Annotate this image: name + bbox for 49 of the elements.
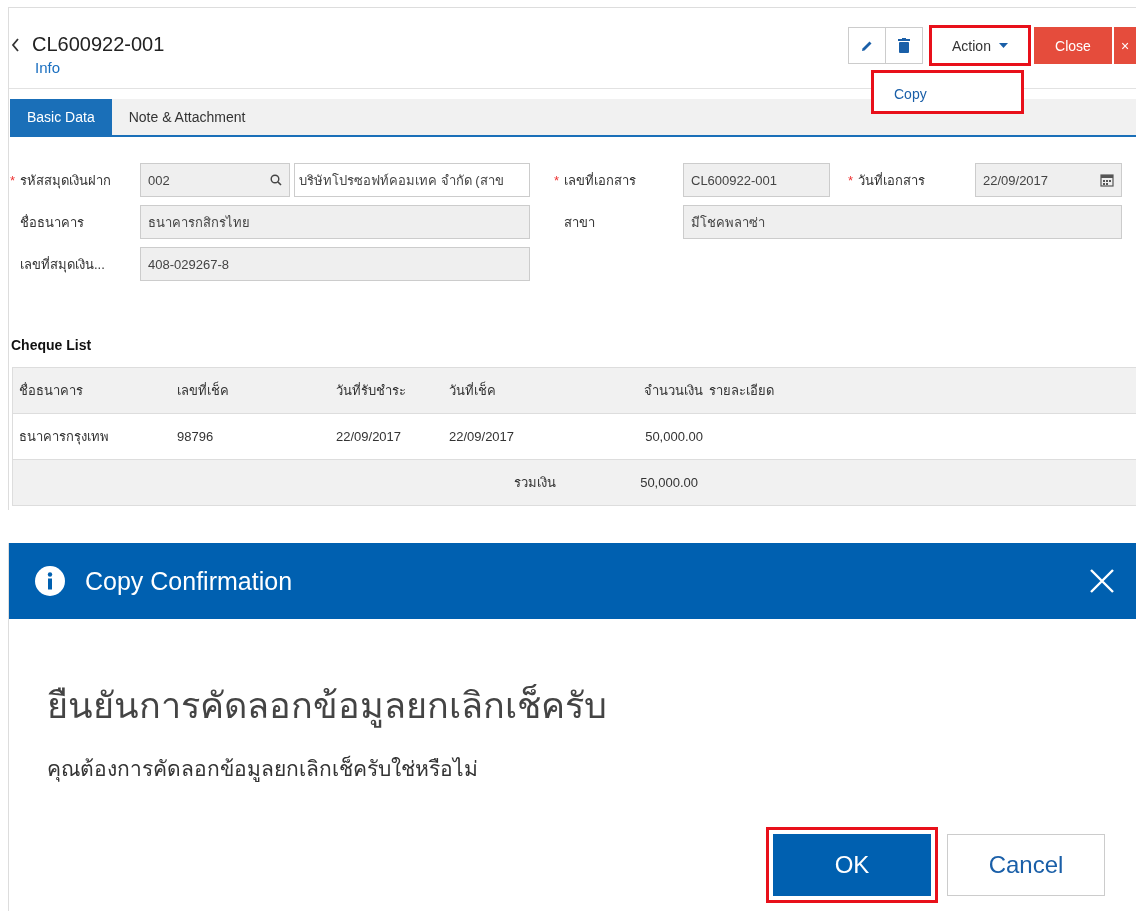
close-icon[interactable] [1090,569,1114,593]
dialog-title: Copy Confirmation [85,566,294,596]
field-label: ชื่อธนาคาร [20,213,84,232]
text-field[interactable]: 408-029267-8 [140,247,530,281]
field-label: วันที่เอกสาร [858,171,925,190]
info-icon [35,566,65,596]
document-title: CL600922-001 [32,33,165,56]
close-extra-button[interactable]: × [1114,27,1136,64]
total-label: รวมเงิน [513,474,556,492]
required-mark: * [554,172,560,188]
required-mark: * [10,172,16,188]
delete-button[interactable] [885,27,923,64]
table-cell-text: 98796 [176,429,215,444]
table-cell-text: 50,000.00 [644,429,703,444]
field-label: เลขที่เอกสาร [564,171,636,190]
column-header: ชื่อธนาคาร [18,381,84,400]
date-field[interactable]: 22/09/2017 [975,163,1122,197]
text-field[interactable]: CL600922-001 [683,163,830,197]
text-field[interactable]: ธนาคารกสิกรไทย [140,205,530,239]
calendar-icon[interactable] [1100,173,1114,187]
column-header: จำนวนเงิน [643,382,703,400]
trash-icon [898,38,910,53]
dialog-heading: ยืนยันการคัดลอกข้อมูลยกเลิกเช็ครับ [47,683,608,730]
required-mark: * [848,172,854,188]
cancel-button[interactable]: Cancel [947,834,1105,896]
field-label: รหัสสมุดเงินฝาก [20,171,111,191]
column-header: วันที่เช็ค [448,380,497,400]
caret-icon [998,43,1008,48]
dialog-message: คุณต้องการคัดลอกข้อมูลยกเลิกเช็ครับใช่หรือไม่ [47,754,479,784]
table-cell-text: 22/09/2017 [448,429,516,444]
section-title: Cheque List [11,337,93,353]
column-header: วันที่รับชำระ [335,381,407,400]
name-field[interactable]: บริษัทโปรซอฟท์คอมเทค จำกัด (สาข [294,163,530,197]
code-field[interactable]: 002 [140,163,290,197]
text-field[interactable]: มีโชคพลาซ่า [683,205,1122,239]
table-cell-text: ธนาคารกรุงเทพ [18,428,110,447]
tab[interactable]: Note & Attachment [111,99,263,135]
close-button[interactable]: Close [1034,27,1112,64]
total-amount: 50,000.00 [639,475,698,490]
back-icon[interactable] [11,37,20,52]
tab[interactable]: Basic Data [10,99,112,135]
info-link[interactable]: Info [35,59,61,76]
ok-button[interactable]: OK [773,834,931,896]
search-icon[interactable] [270,174,282,186]
table-cell-text: 22/09/2017 [335,429,403,444]
column-header: รายละเอียด [708,382,775,400]
field-label: เลขที่สมุดเงิน... [20,255,105,275]
field-label: สาขา [564,213,595,232]
column-header: เลขที่เช็ค [176,380,230,400]
